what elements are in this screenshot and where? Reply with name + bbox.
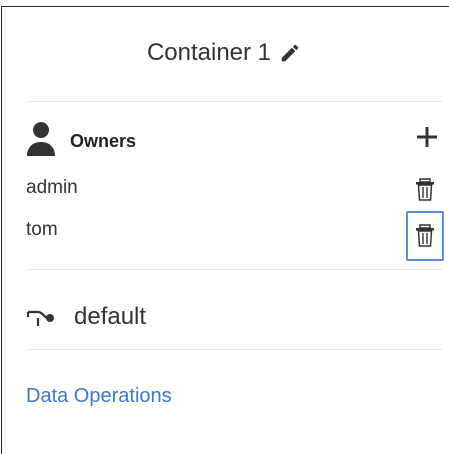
owner-name: admin bbox=[26, 177, 78, 198]
trash-icon bbox=[416, 224, 434, 247]
dataset-label: default bbox=[74, 303, 147, 330]
divider bbox=[26, 349, 442, 350]
connection-icon bbox=[26, 307, 58, 329]
delete-owner-admin-button[interactable] bbox=[415, 177, 435, 201]
trash-icon bbox=[416, 178, 434, 201]
owner-name: tom bbox=[26, 219, 58, 240]
pencil-icon[interactable] bbox=[279, 42, 301, 64]
container-panel: Container 1 Owners admin tom default Dat… bbox=[1, 6, 449, 454]
divider bbox=[26, 269, 442, 270]
divider bbox=[26, 101, 442, 102]
data-operations-link[interactable]: Data Operations bbox=[26, 385, 172, 408]
add-owner-button[interactable] bbox=[415, 125, 439, 149]
container-header: Container 1 bbox=[2, 33, 446, 73]
container-title: Container 1 bbox=[146, 39, 272, 66]
owners-heading: Owners bbox=[70, 131, 137, 151]
owners-header: Owners bbox=[26, 121, 446, 161]
delete-owner-tom-button[interactable] bbox=[406, 211, 444, 261]
user-icon bbox=[26, 121, 56, 157]
